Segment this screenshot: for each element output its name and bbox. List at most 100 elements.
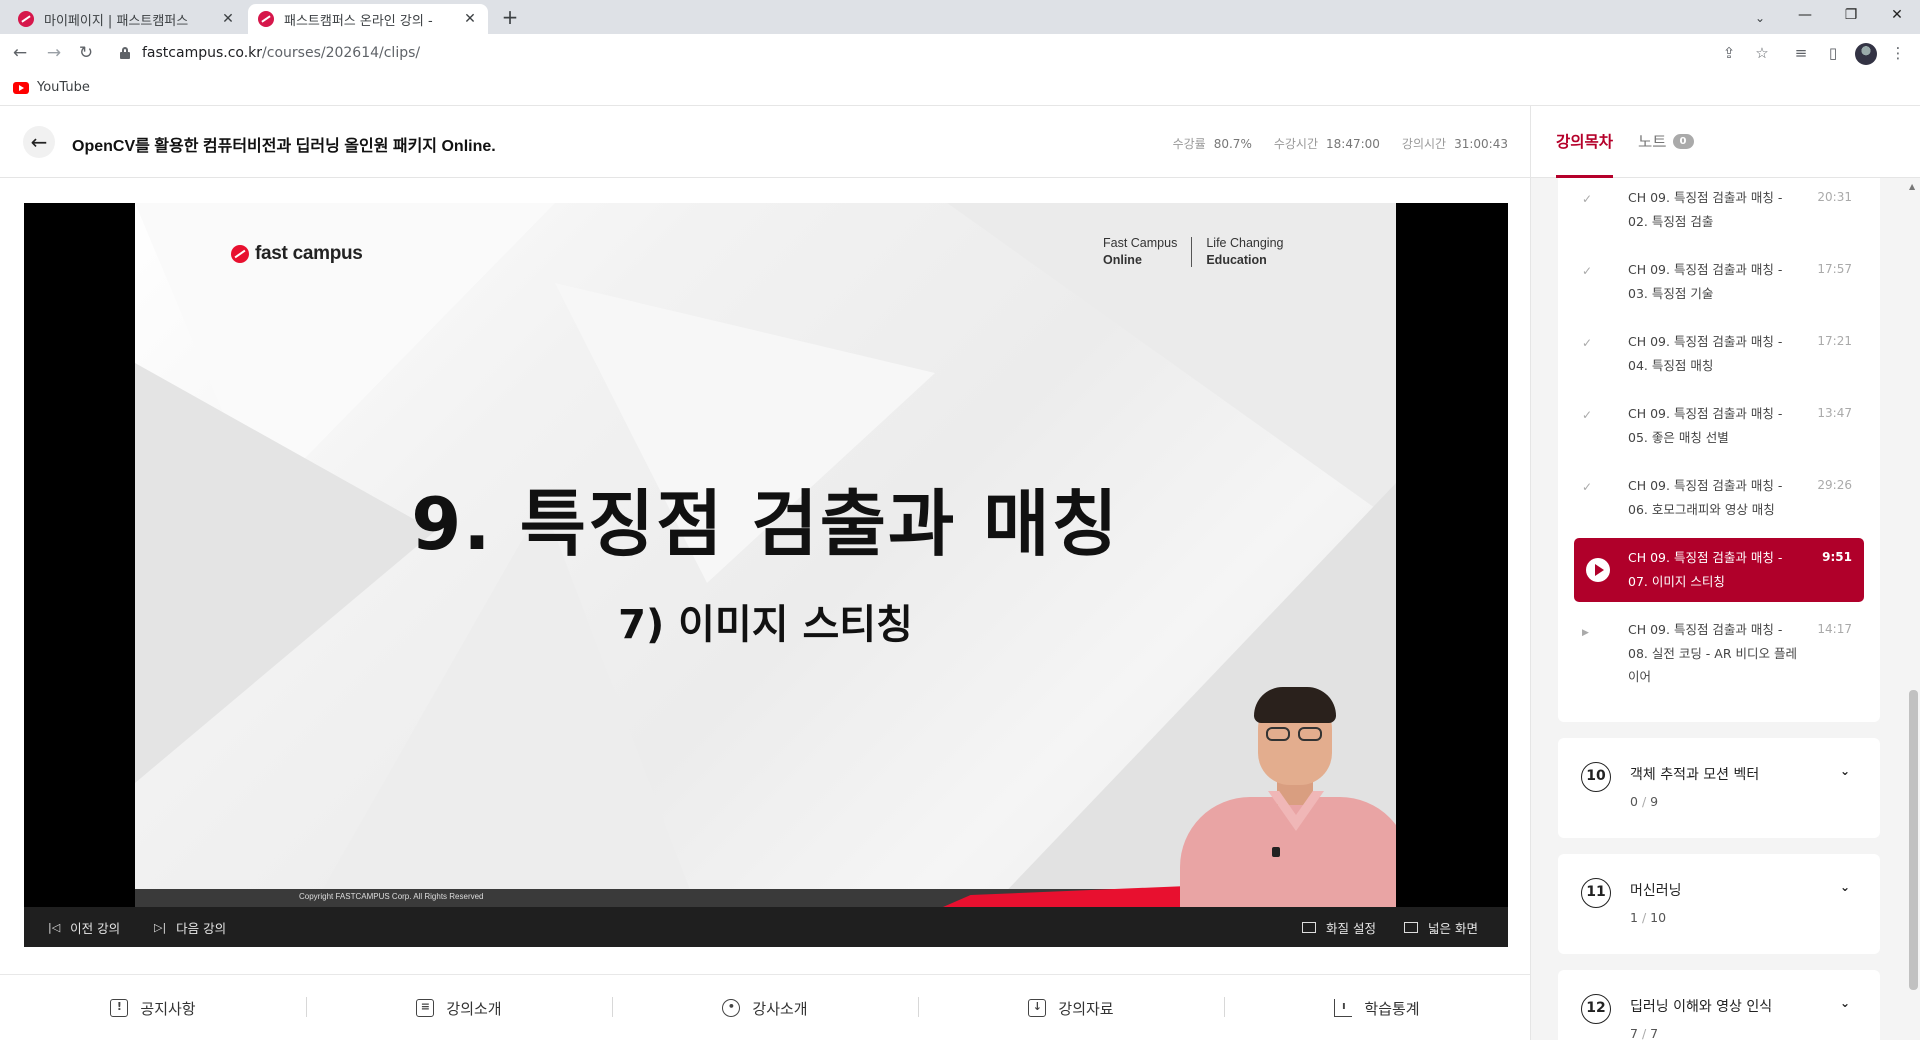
minimize-icon[interactable]: — bbox=[1782, 0, 1828, 30]
new-tab-button[interactable]: + bbox=[498, 6, 522, 30]
play-icon bbox=[1586, 558, 1610, 582]
next-lecture-button[interactable]: ▷| 다음 강의 bbox=[154, 907, 226, 947]
chapter-total-count: 9 bbox=[1650, 794, 1659, 809]
stat-value: 80.7% bbox=[1213, 137, 1252, 151]
close-icon[interactable]: ✕ bbox=[220, 11, 236, 27]
prev-lecture-button[interactable]: |◁ 이전 강의 bbox=[48, 907, 120, 947]
clip-title: CH 09. 특징점 검출과 매칭 - 02. 특징점 검출 bbox=[1628, 190, 1783, 229]
clip-title: CH 09. 특징점 검출과 매칭 - 08. 실전 코딩 - AR 비디오 플… bbox=[1628, 622, 1797, 684]
clip-item[interactable]: ✓ CH 09. 특징점 검출과 매칭 - 03. 특징점 기술 17:57 bbox=[1558, 258, 1880, 306]
window-close-icon[interactable]: ✕ bbox=[1874, 0, 1920, 30]
stat-progress: 수강률 80.7% bbox=[1173, 135, 1252, 152]
course-title: OpenCV를 활용한 컴퓨터비전과 딥러닝 올인원 패키지 Online. bbox=[72, 138, 496, 155]
restore-icon[interactable]: ❐ bbox=[1828, 0, 1874, 30]
fastcampus-logo: fast campus bbox=[231, 243, 363, 265]
stat-label: 수강률 bbox=[1172, 137, 1206, 151]
tab-instructor-intro[interactable]: • 강사소개 bbox=[612, 975, 918, 1040]
stat-value: 18:47:00 bbox=[1326, 137, 1380, 151]
video-player[interactable]: fast campus Fast Campus Online Life Chang… bbox=[24, 203, 1508, 947]
chevron-down-icon[interactable]: ⌄ bbox=[1840, 764, 1850, 778]
reload-icon[interactable]: ↻ bbox=[74, 41, 98, 65]
sidebar-tabs: 강의목차 노트 0 bbox=[1531, 106, 1920, 178]
profile-avatar[interactable] bbox=[1855, 43, 1877, 65]
tab-materials[interactable]: ↓ 강의자료 bbox=[918, 975, 1224, 1040]
chapter-done-count: 7 bbox=[1630, 1026, 1638, 1040]
scrollbar-thumb[interactable] bbox=[1909, 690, 1918, 990]
chapter-item-11[interactable]: 11 머신러닝 1/10 ⌄ bbox=[1558, 854, 1880, 954]
scroll-up-arrow-icon[interactable]: ▲ bbox=[1909, 182, 1915, 191]
browser-tab-mypage[interactable]: 마이페이지 | 패스트캠퍼스 ✕ bbox=[8, 4, 246, 34]
clip-title: CH 09. 특징점 검출과 매칭 - 03. 특징점 기술 bbox=[1628, 262, 1783, 301]
slide-subtitle: 7) 이미지 스티칭 bbox=[618, 602, 913, 648]
tab-title: 마이페이지 | 패스트캠퍼스 bbox=[44, 13, 189, 29]
quality-settings-button[interactable]: 화질 설정 bbox=[1302, 907, 1376, 947]
stat-label: 강의시간 bbox=[1401, 137, 1447, 151]
bookmark-label: YouTube bbox=[37, 80, 90, 95]
tab-label: 학습통계 bbox=[1364, 999, 1420, 1018]
chapter-item-10[interactable]: 10 객체 추적과 모션 벡터 0/9 ⌄ bbox=[1558, 738, 1880, 838]
tab-notice[interactable]: ! 공지사항 bbox=[0, 975, 306, 1040]
browser-tab-strip: 마이페이지 | 패스트캠퍼스 ✕ 패스트캠퍼스 온라인 강의 - ✕ + ⌄ —… bbox=[0, 0, 1920, 34]
tab-notes[interactable]: 노트 0 bbox=[1638, 130, 1694, 152]
clip-duration: 17:21 bbox=[1817, 334, 1852, 348]
kebab-menu-icon[interactable]: ⋮ bbox=[1887, 42, 1909, 64]
chevron-down-icon[interactable]: ⌄ bbox=[1840, 880, 1850, 894]
fastcampus-favicon-icon bbox=[18, 11, 34, 27]
check-icon: ✓ bbox=[1582, 336, 1593, 350]
chapter-done-count: 0 bbox=[1630, 794, 1638, 809]
chapter-number: 11 bbox=[1581, 878, 1611, 908]
wide-screen-label: 넓은 화면 bbox=[1428, 920, 1478, 936]
corner-text: Life Changing bbox=[1206, 236, 1284, 250]
share-icon[interactable]: ⇪ bbox=[1718, 42, 1740, 64]
course-player-page: ← OpenCV를 활용한 컴퓨터비전과 딥러닝 올인원 패키지 Online.… bbox=[0, 106, 1920, 1040]
sidebar-scrollbar[interactable]: ▲ bbox=[1905, 178, 1920, 1040]
bookmark-youtube[interactable]: YouTube bbox=[13, 80, 90, 95]
clip-item[interactable]: ✓ CH 09. 특징점 검출과 매칭 - 02. 특징점 검출 20:31 bbox=[1558, 186, 1880, 234]
notice-icon: ! bbox=[110, 999, 129, 1017]
star-icon[interactable]: ☆ bbox=[1751, 42, 1773, 64]
tab-learning-stats[interactable]: ı 학습통계 bbox=[1224, 975, 1530, 1040]
clip-duration: 9:51 bbox=[1822, 550, 1852, 564]
url-domain: fastcampus.co.kr bbox=[142, 45, 263, 61]
clip-title: CH 09. 특징점 검출과 매칭 - 07. 이미지 스티칭 bbox=[1628, 550, 1783, 589]
download-clipboard-icon: ↓ bbox=[1028, 999, 1047, 1017]
media-controls-icon[interactable]: ≡ bbox=[1790, 42, 1812, 64]
clip-item[interactable]: ✓ CH 09. 특징점 검출과 매칭 - 06. 호모그래피와 영상 매칭 2… bbox=[1558, 474, 1880, 522]
tab-table-of-contents[interactable]: 강의목차 bbox=[1556, 128, 1614, 178]
play-triangle-icon: ▶ bbox=[1582, 628, 1589, 638]
tab-label: 공지사항 bbox=[140, 999, 196, 1018]
bookmarks-bar: YouTube bbox=[0, 72, 1920, 106]
youtube-icon bbox=[13, 81, 29, 94]
clip-item[interactable]: ✓ CH 09. 특징점 검출과 매칭 - 04. 특징점 매칭 17:21 bbox=[1558, 330, 1880, 378]
chapter-number: 10 bbox=[1581, 762, 1611, 792]
chapter-total-count: 10 bbox=[1650, 910, 1667, 925]
side-panel-icon[interactable]: ▯ bbox=[1822, 42, 1844, 64]
tab-search-chevron-icon[interactable]: ⌄ bbox=[1748, 6, 1772, 30]
fastcampus-logo-text: fast campus bbox=[255, 243, 363, 264]
back-button[interactable]: ← bbox=[23, 126, 55, 158]
clip-item[interactable]: ✓ CH 09. 특징점 검출과 매칭 - 05. 좋은 매칭 선별 13:47 bbox=[1558, 402, 1880, 450]
clip-item[interactable]: ▶ CH 09. 특징점 검출과 매칭 - 08. 실전 코딩 - AR 비디오… bbox=[1558, 618, 1880, 690]
quality-label: 화질 설정 bbox=[1326, 920, 1376, 936]
chapter-progress: 0/9 bbox=[1630, 794, 1659, 809]
tab-notes-label: 노트 bbox=[1638, 133, 1667, 151]
chapter-item-12[interactable]: 12 딥러닝 이해와 영상 인식 7/7 ⌄ bbox=[1558, 970, 1880, 1040]
url-path: /courses/202614/clips/ bbox=[262, 45, 421, 61]
clip-item-current[interactable]: CH 09. 특징점 검출과 매칭 - 07. 이미지 스티칭 9:51 bbox=[1574, 538, 1864, 602]
back-arrow-icon[interactable]: ← bbox=[8, 41, 32, 65]
browser-tab-course[interactable]: 패스트캠퍼스 온라인 강의 - ✕ bbox=[248, 4, 488, 34]
wide-screen-button[interactable]: 넓은 화면 bbox=[1404, 907, 1478, 947]
address-bar[interactable]: fastcampus.co.kr/courses/202614/clips/ bbox=[108, 38, 1788, 68]
stat-value: 31:00:43 bbox=[1454, 137, 1508, 151]
next-lecture-label: 다음 강의 bbox=[176, 920, 227, 936]
forward-arrow-icon[interactable]: → bbox=[42, 41, 66, 65]
course-header: ← OpenCV를 활용한 컴퓨터비전과 딥러닝 올인원 패키지 Online.… bbox=[0, 106, 1530, 178]
curriculum-sidebar: 강의목차 노트 0 ✓ CH 09. 특징점 검출과 매칭 - 02. 특징점 … bbox=[1530, 106, 1920, 1040]
stat-watch-time: 수강시간 18:47:00 bbox=[1274, 135, 1380, 152]
tab-course-intro[interactable]: ≡ 강의소개 bbox=[306, 975, 612, 1040]
chevron-down-icon[interactable]: ⌄ bbox=[1840, 996, 1850, 1010]
close-icon[interactable]: ✕ bbox=[462, 11, 478, 27]
chapter-progress: 1/10 bbox=[1630, 910, 1667, 925]
check-icon: ✓ bbox=[1582, 192, 1593, 206]
tab-title: 패스트캠퍼스 온라인 강의 - bbox=[284, 13, 433, 29]
